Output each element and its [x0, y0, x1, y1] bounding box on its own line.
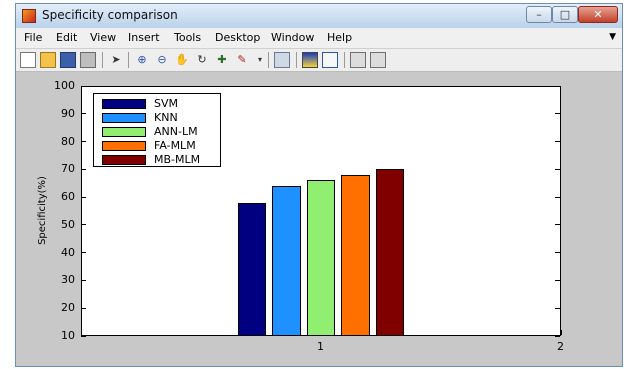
bar-fa-mlm[interactable] [341, 174, 370, 336]
y-tick-mark [81, 168, 86, 170]
title-bar[interactable]: Specificity comparison – □ ✕ [16, 4, 622, 29]
hide-plot-tools-icon[interactable] [350, 52, 366, 68]
y-tick-mark [555, 335, 560, 337]
x-tick-label: 1 [317, 340, 324, 353]
toolbar-separator [296, 52, 297, 68]
y-tick-mark [555, 85, 560, 87]
y-axis-label: Specificity(%) [36, 176, 48, 245]
print-icon[interactable] [80, 52, 96, 68]
y-tick-mark [555, 168, 560, 170]
menu-tools[interactable]: Tools [174, 31, 201, 44]
pan-hand-icon[interactable]: ✋ [174, 52, 190, 68]
y-tick-label: 40 [61, 245, 75, 259]
save-icon[interactable] [60, 52, 76, 68]
rotate-3d-icon[interactable]: ↻ [194, 52, 210, 68]
bar-mb-mlm[interactable] [375, 169, 405, 336]
y-tick-mark [81, 141, 86, 143]
toolbar-separator [128, 52, 129, 68]
x-tick-mark [560, 330, 562, 335]
data-cursor-icon[interactable]: ✚ [214, 52, 230, 68]
y-tick-label: 10 [61, 329, 75, 342]
y-tick-mark [81, 279, 86, 281]
close-button[interactable]: ✕ [578, 6, 618, 23]
link-plot-icon[interactable] [274, 52, 290, 68]
y-tick-mark [81, 85, 86, 87]
legend-swatch [102, 155, 146, 165]
menu-view[interactable]: View [90, 31, 116, 44]
toolbar-separator [344, 52, 345, 68]
y-tick-mark [555, 141, 560, 143]
y-tick-mark [81, 196, 86, 198]
menu-desktop[interactable]: Desktop [215, 31, 260, 44]
y-tick-mark [81, 307, 86, 309]
legend-swatch [102, 127, 146, 137]
brush-icon[interactable]: ✎ [234, 52, 250, 68]
zoom-in-icon[interactable]: ⊕ [134, 52, 150, 68]
toolbar-separator [102, 52, 103, 68]
legend-label: KNN [154, 111, 178, 124]
y-tick-mark [555, 196, 560, 198]
y-tick-mark [81, 335, 86, 337]
y-tick-mark [81, 113, 86, 115]
y-tick-label: 80 [61, 134, 75, 148]
legend-label: SVM [154, 97, 178, 110]
legend-entry: ANN-LM [94, 125, 222, 139]
menu-bar: File Edit View Insert Tools Desktop Wind… [16, 28, 622, 49]
x-tick-label: 2 [557, 340, 564, 353]
legend-label: FA-MLM [154, 139, 196, 152]
window-title: Specificity comparison [42, 8, 178, 22]
legend-swatch [102, 141, 146, 151]
legend-swatch [102, 99, 146, 109]
y-tick-label: 20 [61, 301, 75, 315]
y-tick-mark [555, 279, 560, 281]
y-tick-label: 30 [61, 273, 75, 287]
y-tick-mark [81, 224, 86, 226]
pointer-icon[interactable]: ➤ [108, 52, 124, 68]
legend-label: MB-MLM [154, 153, 201, 166]
menu-dock-arrow-icon[interactable]: ▼ [609, 32, 616, 42]
legend-entry: SVM [94, 97, 222, 111]
y-tick-mark [555, 224, 560, 226]
zoom-out-icon[interactable]: ⊖ [154, 52, 170, 68]
legend-label: ANN-LM [154, 125, 198, 138]
chart-legend[interactable]: SVM KNN ANN-LM FA-MLM MB-MLM [93, 93, 221, 167]
legend-icon[interactable] [322, 52, 338, 68]
menu-edit[interactable]: Edit [56, 31, 77, 44]
y-tick-mark [555, 307, 560, 309]
y-tick-label: 60 [61, 190, 75, 204]
figure-toolbar: ➤ ⊕ ⊖ ✋ ↻ ✚ ✎ ▾ [16, 49, 622, 72]
y-tick-mark [81, 252, 86, 254]
y-tick-label: 90 [61, 106, 75, 120]
show-plot-tools-icon[interactable] [370, 52, 386, 68]
open-file-icon[interactable] [40, 52, 56, 68]
bar-ann-lm[interactable] [306, 180, 336, 336]
y-tick-label: 100 [54, 79, 75, 92]
menu-help[interactable]: Help [327, 31, 352, 44]
y-tick-label: 70 [61, 162, 75, 176]
maximize-button[interactable]: □ [552, 6, 578, 23]
legend-entry: MB-MLM [94, 153, 222, 167]
brush-dropdown-icon[interactable]: ▾ [252, 52, 268, 68]
bar-knn[interactable] [272, 186, 301, 336]
y-tick-mark [555, 252, 560, 254]
legend-swatch [102, 113, 146, 123]
colorbar-icon[interactable] [302, 52, 318, 68]
bar-svm[interactable] [237, 202, 267, 336]
menu-window[interactable]: Window [271, 31, 314, 44]
menu-insert[interactable]: Insert [128, 31, 160, 44]
y-tick-mark [555, 113, 560, 115]
menu-file[interactable]: File [24, 31, 42, 44]
toolbar-separator [268, 52, 269, 68]
y-tick-label: 50 [61, 217, 75, 231]
minimize-button[interactable]: – [526, 6, 552, 23]
legend-entry: KNN [94, 111, 222, 125]
new-figure-icon[interactable] [20, 52, 36, 68]
legend-entry: FA-MLM [94, 139, 222, 153]
matlab-icon [22, 9, 36, 23]
